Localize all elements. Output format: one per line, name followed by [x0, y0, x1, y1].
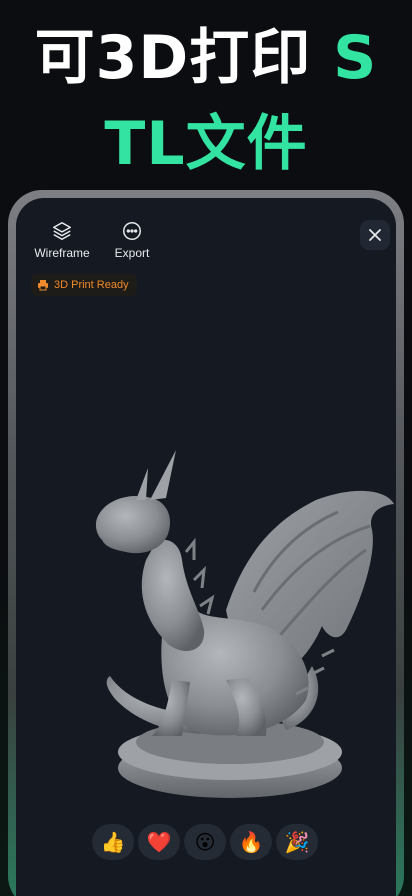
headline-line-1-text: 可3D打印: [34, 23, 334, 93]
fire-icon: 🔥: [238, 830, 264, 854]
reaction-heart-button[interactable]: ❤️: [138, 824, 180, 860]
promo-page: 可3D打印 S TL文件 Wireframe Export 3D Print R…: [0, 0, 412, 896]
surprised-face-icon: 😮: [194, 830, 216, 854]
reaction-surprised-button[interactable]: 😮: [184, 824, 226, 860]
close-button[interactable]: [360, 220, 390, 250]
close-icon: [369, 229, 381, 241]
printer-icon: [38, 280, 48, 291]
viewer-screen: Wireframe Export 3D Print Ready 👍 ❤️ 😮 🔥…: [16, 198, 396, 896]
headline-line-1-accent: S: [333, 23, 378, 93]
print-ready-badge: 3D Print Ready: [31, 274, 137, 296]
export-button[interactable]: Export: [100, 220, 164, 260]
model-head: [95, 496, 171, 554]
dragon-model[interactable]: [76, 430, 396, 810]
reaction-bar: 👍 ❤️ 😮 🔥 🎉: [92, 824, 318, 860]
export-label: Export: [114, 246, 150, 260]
badge-label: 3D Print Ready: [54, 279, 129, 291]
reaction-party-button[interactable]: 🎉: [276, 824, 318, 860]
more-circle-icon: [123, 222, 141, 240]
heart-icon: ❤️: [146, 830, 172, 854]
headline-line-1: 可3D打印 S: [0, 26, 412, 90]
headline-line-2: TL文件: [104, 109, 308, 179]
wireframe-button[interactable]: Wireframe: [30, 220, 94, 260]
party-popper-icon: 🎉: [284, 830, 310, 854]
thumbs-up-icon: 👍: [100, 830, 126, 854]
reaction-fire-button[interactable]: 🔥: [230, 824, 272, 860]
layers-icon: [53, 222, 71, 240]
phone-frame: Wireframe Export 3D Print Ready 👍 ❤️ 😮 🔥…: [8, 190, 404, 896]
reaction-thumbs-up-button[interactable]: 👍: [92, 824, 134, 860]
wireframe-label: Wireframe: [34, 246, 90, 260]
